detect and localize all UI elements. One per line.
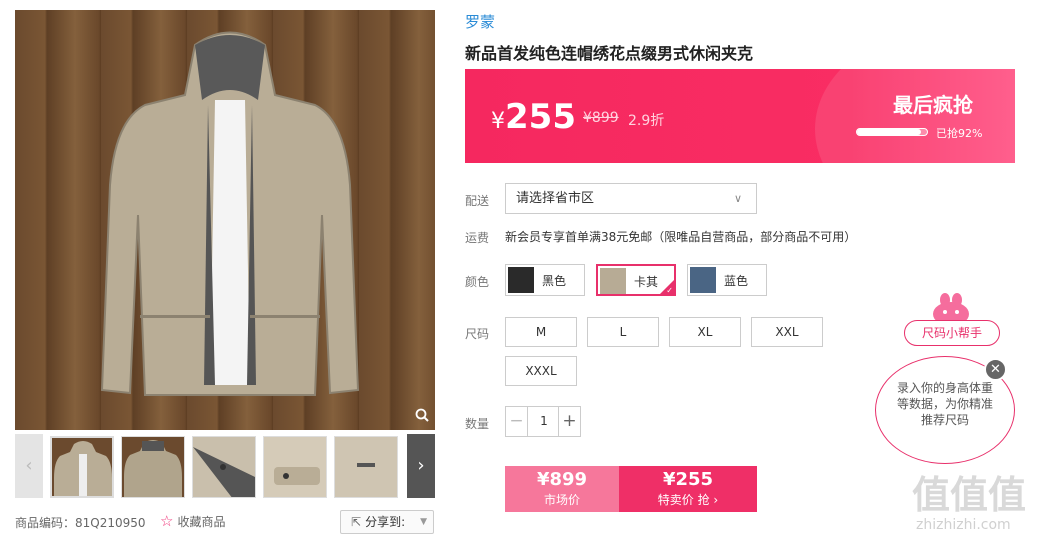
flash-sale-title: 最后疯抢 bbox=[893, 93, 973, 117]
zoom-icon[interactable] bbox=[413, 408, 431, 426]
watermark-url: zhizhizhi.com bbox=[916, 517, 1011, 533]
color-swatch bbox=[600, 268, 626, 294]
size-label: 尺码 bbox=[465, 327, 490, 341]
watermark: 值值值 zhizhizhi.com bbox=[912, 464, 1058, 533]
sold-progress-bar bbox=[856, 128, 928, 136]
size-option-m[interactable]: M bbox=[505, 317, 577, 347]
original-price: ¥899 bbox=[583, 110, 619, 126]
brand-link[interactable]: 罗蒙 bbox=[465, 11, 495, 32]
quantity-minus-button[interactable]: − bbox=[506, 407, 528, 436]
size-option-xl[interactable]: XL bbox=[669, 317, 741, 347]
star-icon: ☆ bbox=[160, 512, 174, 530]
product-code: 商品编码：81Q210950 bbox=[15, 516, 146, 530]
share-label: 分享到: bbox=[365, 515, 406, 529]
main-product-photo[interactable] bbox=[15, 10, 435, 430]
shipping-fee-text: 新会员专享首单满38元免邮（限唯品自营商品，部分商品不可用） bbox=[505, 230, 857, 244]
quantity-plus-button[interactable]: + bbox=[558, 407, 580, 436]
thumbnail-3[interactable] bbox=[192, 436, 256, 498]
shipping-label: 配送 bbox=[465, 194, 490, 208]
color-swatch bbox=[508, 267, 534, 293]
thumbnail-strip: ‹ › bbox=[15, 434, 435, 500]
product-title: 新品首发纯色连帽绣花点缀男式休闲夹克 bbox=[465, 44, 754, 63]
region-select-value: 请选择省市区 bbox=[516, 191, 595, 206]
color-option-black[interactable]: 黑色 bbox=[505, 264, 585, 296]
thumb-next-button[interactable]: › bbox=[407, 434, 435, 498]
thumbnail-5[interactable] bbox=[334, 436, 398, 498]
size-option-l[interactable]: L bbox=[587, 317, 659, 347]
favorite-button[interactable]: ☆ 收藏商品 bbox=[160, 512, 225, 530]
thumbnail-2[interactable] bbox=[121, 436, 185, 498]
color-swatch bbox=[690, 267, 716, 293]
discount-badge: 2.9折 bbox=[628, 113, 665, 129]
region-select[interactable]: 请选择省市区 ∨ bbox=[505, 183, 757, 214]
size-option-xxl[interactable]: XXL bbox=[751, 317, 823, 347]
thumbnail-4[interactable] bbox=[263, 436, 327, 498]
market-price-block[interactable]: ¥899 市场价 bbox=[505, 466, 619, 512]
favorite-label: 收藏商品 bbox=[177, 515, 226, 529]
share-icon: ⇱ bbox=[351, 515, 362, 529]
color-label: 颜色 bbox=[465, 275, 490, 289]
quantity-label: 数量 bbox=[465, 417, 490, 431]
price-banner: ¥255 ¥899 2.9折 最后疯抢 已抢92% bbox=[465, 69, 1015, 163]
watermark-logo: 值值值 bbox=[912, 473, 1027, 517]
fee-label: 运费 bbox=[465, 231, 490, 245]
quantity-input[interactable]: 1 bbox=[529, 407, 559, 436]
size-helper-tag[interactable]: 尺码小帮手 bbox=[904, 320, 1000, 346]
chevron-down-icon: ∨ bbox=[733, 192, 742, 205]
sold-progress-text: 已抢92% bbox=[936, 127, 983, 140]
thumbnail-1[interactable] bbox=[50, 436, 114, 498]
color-option-khaki[interactable]: 卡其 ✓ bbox=[596, 264, 676, 296]
chevron-down-icon: ▼ bbox=[420, 517, 427, 527]
close-icon[interactable]: ✕ bbox=[984, 358, 1007, 381]
size-helper-text: 录入你的身高体重等数据，为你精准推荐尺码 bbox=[896, 381, 993, 427]
size-option-xxxl[interactable]: XXXL bbox=[505, 356, 577, 386]
buy-now-button[interactable]: ¥255 特卖价 抢 › bbox=[619, 466, 757, 512]
quantity-stepper: − 1 + bbox=[505, 406, 581, 437]
thumb-prev-button[interactable]: ‹ bbox=[15, 434, 43, 498]
share-button[interactable]: ⇱ 分享到: ▼ bbox=[340, 510, 434, 534]
current-price: ¥255 bbox=[491, 97, 576, 137]
jacket-image bbox=[100, 31, 360, 396]
color-option-blue[interactable]: 蓝色 bbox=[687, 264, 767, 296]
